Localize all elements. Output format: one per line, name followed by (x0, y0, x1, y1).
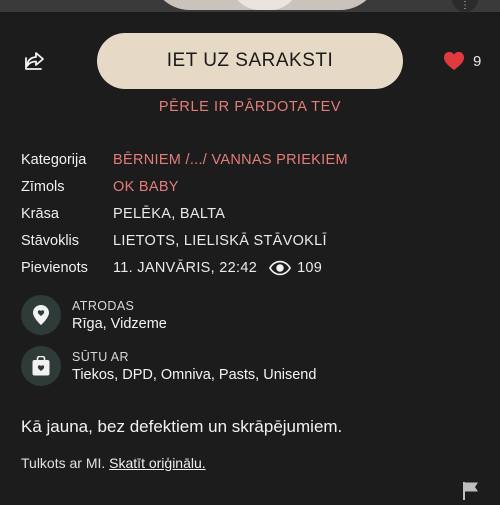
eye-icon (269, 260, 292, 275)
detail-value: LIETOTS, LIELISKĀ STĀVOKLĪ (113, 232, 327, 249)
location-text: ATRODAS Rīga, Vidzeme (72, 299, 167, 332)
detail-row-condition: Stāvoklis LIETOTS, LIELISKĀ STĀVOKLĪ (21, 227, 481, 254)
shipping-block: SŪTU AR Tiekos, DPD, Omniva, Pasts, Unis… (21, 346, 481, 386)
like-button[interactable]: 9 (443, 50, 481, 72)
detail-key: Kategorija (21, 151, 87, 168)
location-label: ATRODAS (72, 298, 135, 313)
location-block: ATRODAS Rīga, Vidzeme (21, 295, 481, 335)
sold-status: PĒRLE IR PĀRDOTA TEV (158, 99, 342, 115)
detail-key: Zīmols (21, 178, 65, 195)
share-icon (25, 52, 44, 70)
detail-key: Pievienots (21, 259, 88, 276)
location-icon-circle (21, 295, 61, 335)
details-list: Kategorija BĒRNIEM /.../ VANNAS PRIEKIEM… (21, 146, 481, 281)
view-counter: 109 (269, 260, 322, 276)
detail-key: Krāsa (21, 205, 59, 222)
detail-row-added: Pievienots 11. JANVĀRIS, 22:42 109 (21, 254, 481, 281)
brand-link[interactable]: OK BABY (113, 179, 179, 195)
report-button[interactable] (462, 481, 480, 500)
detail-value: PELĒKA, BALTA (113, 205, 226, 222)
product-photo[interactable]: ⋮ (0, 0, 500, 12)
share-button[interactable] (22, 48, 48, 74)
translation-prefix: Tulkots ar MI. (21, 455, 106, 471)
location-value: Rīga, Vidzeme (72, 315, 167, 332)
flag-icon (463, 482, 478, 500)
category-link[interactable]: BĒRNIEM /.../ VANNAS PRIEKIEM (113, 152, 348, 168)
item-description: Kā jauna, bez defektiem un skrāpējumiem. (21, 417, 343, 436)
go-to-list-button[interactable]: IET UZ SARAKSTI (97, 33, 403, 89)
detail-key: Stāvoklis (21, 232, 80, 249)
location-pin-icon (33, 305, 49, 325)
view-original-link[interactable]: Skatīt oriģinālu. (109, 455, 206, 471)
shipping-label: SŪTU AR (72, 349, 129, 364)
translation-note: Tulkots ar MI. Skatīt oriģinālu. (21, 455, 206, 471)
shipping-icon-circle (21, 346, 61, 386)
view-count: 109 (297, 259, 323, 276)
detail-row-category: Kategorija BĒRNIEM /.../ VANNAS PRIEKIEM (21, 146, 481, 173)
shipping-value: Tiekos, DPD, Omniva, Pasts, Unisend (72, 366, 317, 383)
detail-row-color: Krāsa PELĒKA, BALTA (21, 200, 481, 227)
shipping-text: SŪTU AR Tiekos, DPD, Omniva, Pasts, Unis… (72, 350, 316, 383)
detail-row-brand: Zīmols OK BABY (21, 173, 481, 200)
go-to-list-label: IET UZ SARAKSTI (166, 50, 334, 71)
more-icon[interactable]: ⋮ (452, 0, 478, 12)
detail-value: 11. JANVĀRIS, 22:42 (113, 259, 258, 276)
like-count: 9 (473, 52, 482, 70)
bag-icon (32, 356, 50, 376)
heart-icon (444, 51, 464, 71)
